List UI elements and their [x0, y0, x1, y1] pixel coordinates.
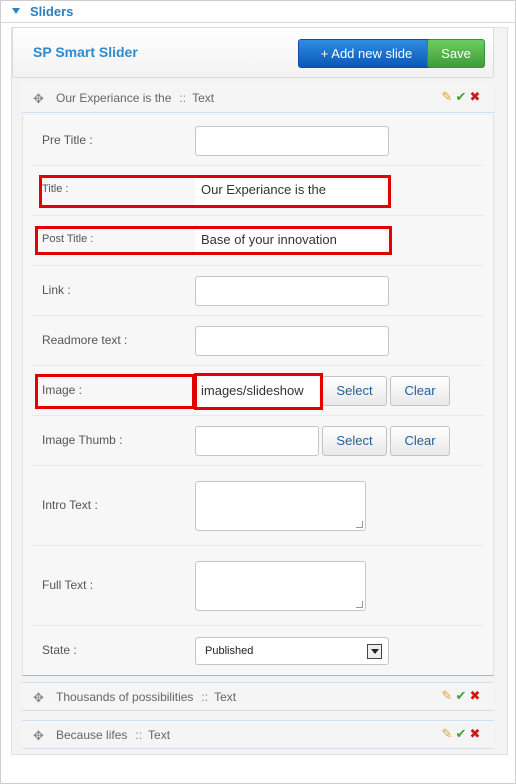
highlight-box-title: [39, 175, 391, 208]
slide-item-3-header[interactable]: ✥ Because lifes:: Text ✎ ✔ ✖: [22, 720, 494, 749]
panel-title: Sliders: [30, 4, 74, 19]
slide-actions: ✎ ✔ ✖: [440, 89, 482, 105]
image-thumb-clear-button[interactable]: Clear: [390, 426, 450, 456]
collapse-triangle-icon[interactable]: [12, 8, 20, 14]
move-icon[interactable]: ✥: [33, 92, 46, 105]
slide-item-label: Because lifes:: Text: [56, 728, 170, 742]
slide-separator: ::: [201, 690, 209, 704]
save-button[interactable]: Save: [427, 39, 485, 68]
full-text-textarea[interactable]: [195, 561, 366, 611]
check-icon[interactable]: ✔: [454, 726, 468, 742]
readmore-input[interactable]: [195, 326, 389, 356]
pencil-icon[interactable]: ✎: [440, 688, 454, 704]
image-select-button[interactable]: Select: [322, 376, 387, 406]
check-icon[interactable]: ✔: [454, 89, 468, 105]
intro-text-textarea[interactable]: [195, 481, 366, 531]
readmore-label: Readmore text :: [42, 333, 128, 347]
state-label: State :: [42, 643, 77, 657]
highlight-box-image-label: [35, 374, 195, 409]
slide-separator: ::: [135, 728, 143, 742]
highlight-box-image-input: [194, 373, 323, 410]
slide-actions: ✎ ✔ ✖: [440, 726, 482, 742]
dropdown-arrow-icon[interactable]: [367, 644, 382, 659]
slide-item-2-header[interactable]: ✥ Thousands of possibilities:: Text ✎ ✔ ✖: [22, 682, 494, 711]
slide-separator: ::: [179, 91, 187, 105]
pre-title-label: Pre Title :: [42, 133, 93, 147]
check-icon[interactable]: ✔: [454, 688, 468, 704]
image-thumb-input[interactable]: [195, 426, 319, 456]
image-clear-button[interactable]: Clear: [390, 376, 450, 406]
slide-item-1-header[interactable]: ✥ Our Experiance is the:: Text ✎ ✔ ✖: [22, 84, 494, 113]
state-selected-value: Published: [205, 645, 254, 657]
slider-brand-title: SP Smart Slider: [33, 44, 138, 60]
slide-type: Text: [214, 690, 237, 704]
sliders-panel-header[interactable]: Sliders: [1, 1, 515, 23]
link-input[interactable]: [195, 276, 389, 306]
slide-item-label: Our Experiance is the:: Text: [56, 91, 214, 105]
full-text-label: Full Text :: [42, 578, 94, 592]
move-icon[interactable]: ✥: [33, 691, 46, 704]
delete-icon[interactable]: ✖: [468, 89, 482, 105]
state-select[interactable]: Published: [195, 637, 389, 665]
pencil-icon[interactable]: ✎: [440, 726, 454, 742]
image-thumb-label: Image Thumb :: [42, 433, 123, 447]
slide-type: Text: [192, 91, 215, 105]
pencil-icon[interactable]: ✎: [440, 89, 454, 105]
delete-icon[interactable]: ✖: [468, 688, 482, 704]
add-new-slide-button[interactable]: + Add new slide: [298, 39, 435, 68]
intro-text-label: Intro Text :: [42, 498, 98, 512]
link-label: Link :: [42, 283, 71, 297]
delete-icon[interactable]: ✖: [468, 726, 482, 742]
slide-type: Text: [148, 728, 171, 742]
slide-item-label: Thousands of possibilities:: Text: [56, 690, 236, 704]
slider-header: SP Smart Slider + Add new slide Save: [12, 27, 494, 78]
highlight-box-post-title: [35, 226, 392, 255]
slide-title: Thousands of possibilities: [56, 690, 194, 704]
slide-title: Because lifes: [56, 728, 128, 742]
move-icon[interactable]: ✥: [33, 729, 46, 742]
slide-title: Our Experiance is the: [56, 91, 172, 105]
slide-actions: ✎ ✔ ✖: [440, 688, 482, 704]
pre-title-input[interactable]: [195, 126, 389, 156]
image-thumb-select-button[interactable]: Select: [322, 426, 387, 456]
